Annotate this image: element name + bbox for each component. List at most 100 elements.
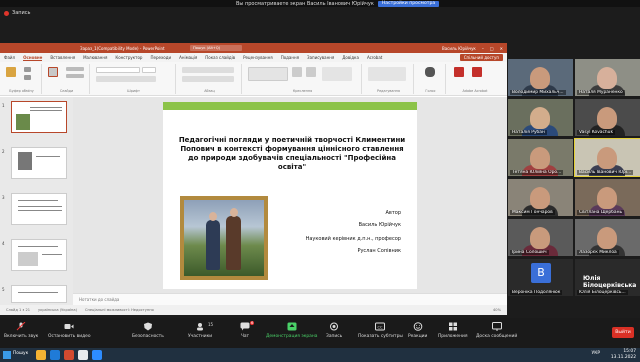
thumb-line [18,200,58,201]
font-name-select[interactable] [96,67,140,73]
arrange-icon[interactable] [292,67,302,77]
shape-fill-outline[interactable] [322,67,352,81]
tab-design[interactable]: Конструктор [115,55,142,60]
participant-tile[interactable]: Тетяна Юлійна Оро... [508,139,573,176]
tab-transitions[interactable]: Переходи [150,55,171,60]
find-replace-select[interactable] [368,67,406,81]
quick-styles-icon[interactable] [306,67,316,77]
file-explorer-icon[interactable] [36,350,46,360]
unmute-button[interactable]: Включить звук [4,322,38,339]
share-pdf-icon[interactable] [472,67,482,77]
language-status[interactable]: українська (Україна) [38,308,77,312]
slide-thumbnail-1[interactable] [11,101,67,133]
participant-name: Тетяна Юлійна Оро... [510,170,564,175]
ribbon-group-label: Голос [425,89,436,93]
participant-tile[interactable]: Максим Гончаров [508,179,573,216]
view-options-button[interactable]: Настройки просмотра [377,0,440,7]
participant-tile[interactable]: Лазорєк Миклоа [575,219,640,256]
system-tray[interactable]: УКР 15:07 13.11.2022 [592,349,636,361]
reset-icon[interactable] [66,74,84,78]
stop-video-button[interactable]: Остановить видео [48,322,91,339]
chat-button[interactable]: Чат 6 [240,321,255,339]
shapes-gallery[interactable] [248,67,288,81]
participant-tile[interactable]: В Вероніка Подолянюк [508,259,573,296]
tab-animations[interactable]: Анімація [179,55,197,60]
security-button[interactable]: Безопасность [132,322,164,339]
painting-image[interactable] [180,196,268,280]
tab-file[interactable]: Файл [4,55,15,60]
ribbon-group-label: Буфер обміну [9,89,34,93]
paste-icon[interactable] [6,67,16,77]
recording-indicator[interactable]: Запись [4,10,30,16]
participant-tile[interactable]: Ірина Солошич [508,219,573,256]
participant-tile[interactable]: Vasyl Kovachuk [575,99,640,136]
slide-thumbnail-4[interactable] [11,239,67,271]
thumb-image [16,114,30,130]
zoom-level[interactable]: 40% [493,308,501,312]
chat-bubble-icon [240,322,250,331]
captions-button[interactable]: CC Показать субтитры [358,322,403,339]
minimize-icon[interactable]: – [482,46,484,51]
participants-button[interactable]: Участники 15 [188,322,213,339]
zoom-taskbar-icon[interactable] [92,350,102,360]
align-buttons[interactable] [182,76,234,82]
tab-insert[interactable]: Вставлення [50,55,75,60]
notes-pane[interactable]: Нотатки до слайда [73,293,507,305]
font-size-select[interactable] [142,67,156,73]
tab-record[interactable]: Записування [307,55,334,60]
tab-home[interactable]: Основне [23,55,43,61]
new-slide-icon[interactable] [48,67,58,77]
participant-tile[interactable]: Наталя Мураненко [575,59,640,96]
captions-icon: CC [375,322,386,331]
dictate-icon[interactable] [425,67,435,77]
thumb-title-line [30,110,62,111]
participant-name: Vasyl Kovachuk [577,130,616,135]
slide-title[interactable]: Педагогічні погляди у поетичній творчост… [177,136,407,172]
accessibility-status[interactable]: Спеціальні можливості: Недоступно [85,308,154,312]
font-style-buttons[interactable] [96,76,156,82]
powerpoint-taskbar-icon[interactable] [64,350,74,360]
thumb-line [18,206,62,207]
windows-start-icon[interactable] [3,351,11,359]
supervisor-name[interactable]: Руслан Сопівник [357,248,401,254]
whiteboard-button[interactable]: Доска сообщений [476,322,517,339]
participant-tile-active-speaker[interactable]: Василь Іванович Юрі... [574,138,640,177]
close-icon[interactable]: ✕ [500,46,503,51]
participant-tile[interactable]: Юлія Білоцерківська Юлія Білоцерківсь... [575,259,640,296]
participant-tile[interactable]: Володимир Михальч... [508,59,573,96]
taskbar-search[interactable]: Пошук [13,351,28,359]
tab-slideshow[interactable]: Показ слайдів [205,55,235,60]
tab-draw[interactable]: Малювання [83,55,107,60]
slide-thumbnail-2[interactable] [11,147,67,179]
list-buttons[interactable] [182,67,234,73]
security-label: Безопасность [132,334,164,339]
tab-review[interactable]: Рецензування [243,55,273,60]
share-screen-button[interactable]: Демонстрация экрана [266,322,317,339]
create-pdf-icon[interactable] [454,67,464,77]
author-name[interactable]: Василь Юрійчук [359,222,401,228]
participant-tile[interactable]: Наталія Рубан [508,99,573,136]
tab-acrobat[interactable]: Acrobat [367,55,382,60]
record-button[interactable]: Запись [326,322,342,339]
slide-thumbnail-5[interactable] [11,285,67,303]
tab-view[interactable]: Подання [281,55,299,60]
tab-help[interactable]: Довідка [342,55,359,60]
cut-icon[interactable] [24,67,31,72]
chrome-icon[interactable] [78,350,88,360]
author-label[interactable]: Автор [385,210,401,216]
maximize-icon[interactable]: □ [490,46,494,51]
layout-icon[interactable] [66,67,84,71]
apps-button[interactable]: Приложения [438,322,467,339]
ribbon-group-drawing: Креслення [244,64,362,94]
current-slide[interactable]: Педагогічні погляди у поетичній творчост… [163,102,417,289]
leave-meeting-button[interactable]: Выйти [612,327,634,338]
edge-browser-icon[interactable] [50,350,60,360]
reactions-button[interactable]: Реакции [408,322,427,339]
copy-icon[interactable] [24,75,31,80]
participant-tile[interactable]: Світлана Щербань [575,179,640,216]
ppt-search-input[interactable]: Пошук (Alt+Q) [190,45,242,51]
slide-thumbnail-3[interactable] [11,193,67,225]
share-button[interactable]: Спільний доступ [459,54,503,61]
supervisor-label[interactable]: Науковий керівник д.п.н., професор [306,236,401,242]
ribbon: Буфер обміну Слайди Шрифт Абзац Кресленн… [0,62,507,96]
